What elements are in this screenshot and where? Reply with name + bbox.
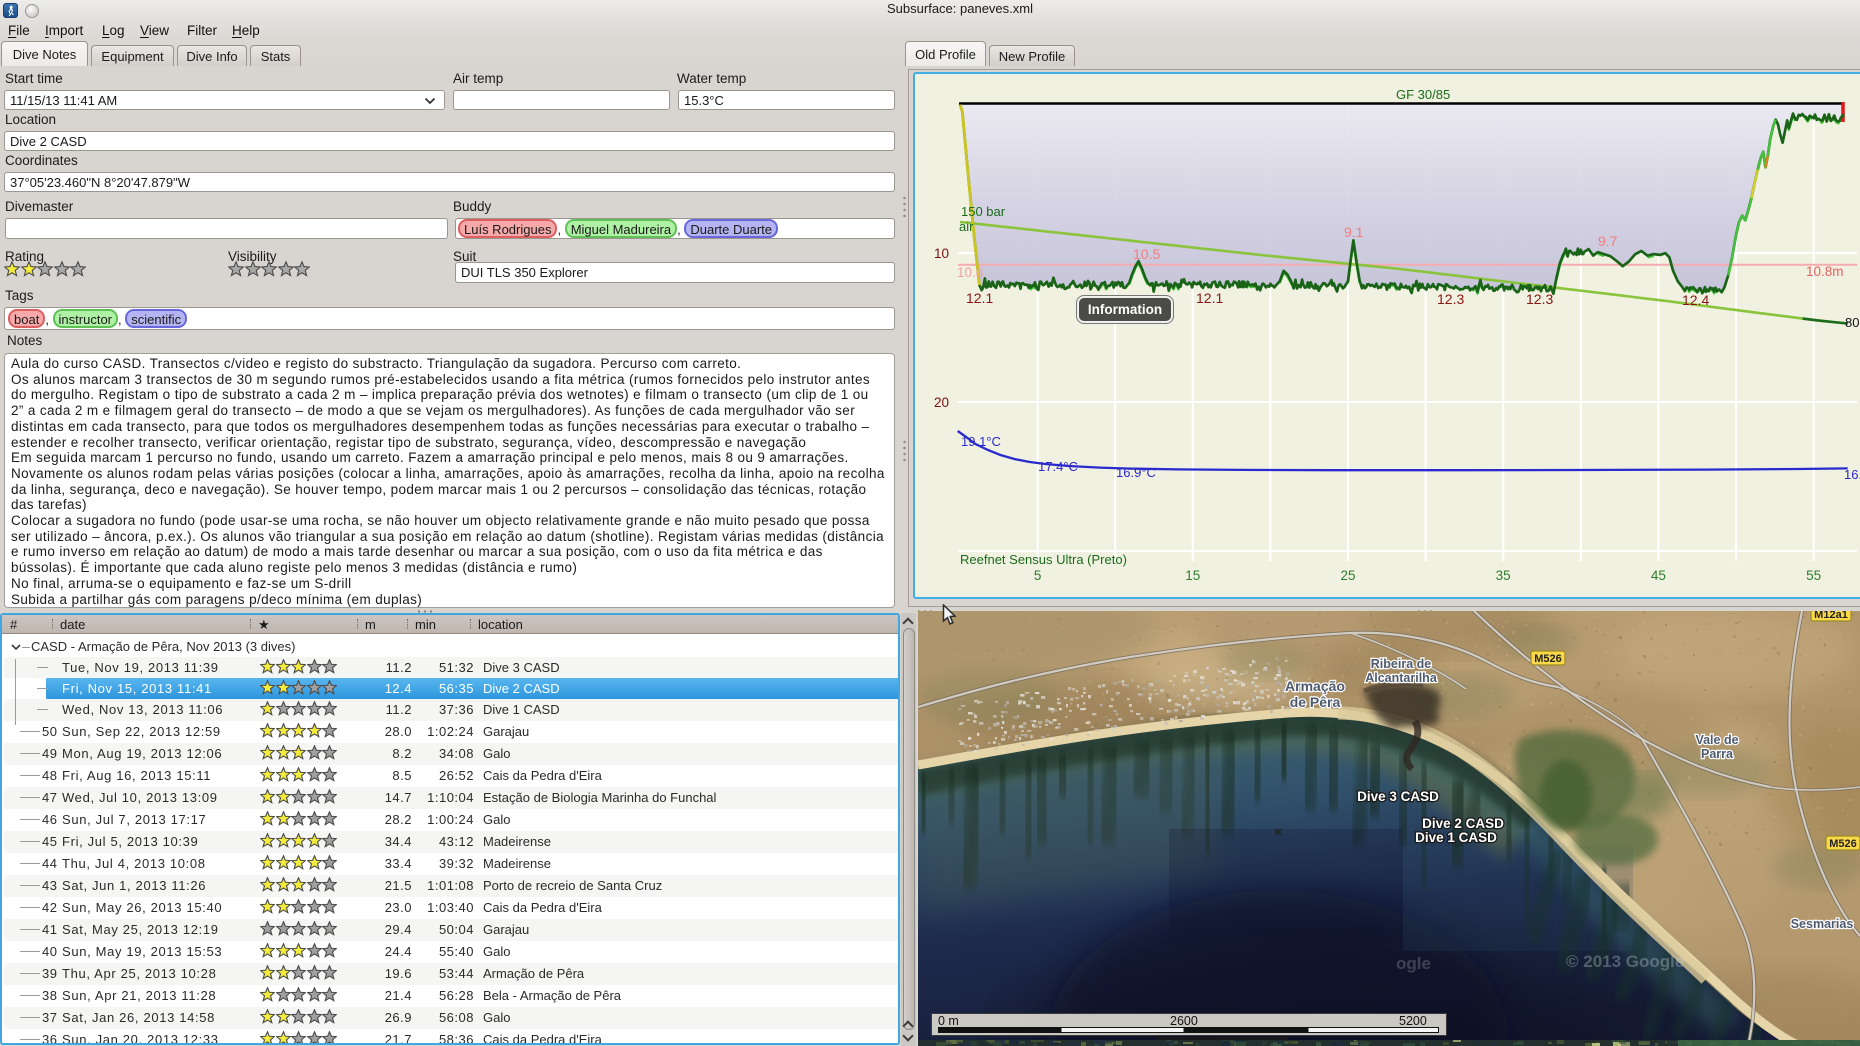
svg-text:12.3: 12.3 (1437, 291, 1464, 307)
svg-text:M526: M526 (1534, 653, 1562, 665)
svg-text:Reefnet Sensus Ultra (Preto): Reefnet Sensus Ultra (Preto) (960, 552, 1127, 567)
svg-text:55: 55 (1806, 568, 1821, 583)
svg-text:Dive 2 CASD: Dive 2 CASD (1422, 816, 1504, 831)
svg-text:150 bar: 150 bar (961, 204, 1006, 219)
svg-text:Dive 3 CASD: Dive 3 CASD (1357, 789, 1439, 804)
svg-text:Vale de: Vale de (1695, 733, 1738, 747)
svg-text:Dive 1 CASD: Dive 1 CASD (1415, 830, 1497, 845)
svg-text:12.3: 12.3 (1526, 291, 1553, 307)
svg-text:5: 5 (1034, 568, 1042, 583)
svg-text:15: 15 (1185, 568, 1200, 583)
svg-text:9.1: 9.1 (1344, 224, 1364, 240)
svg-text:25: 25 (1340, 568, 1355, 583)
svg-text:10.5: 10.5 (1133, 246, 1160, 262)
svg-text:M12a1: M12a1 (1814, 611, 1848, 621)
svg-text:10: 10 (934, 246, 949, 261)
svg-text:GF 30/85: GF 30/85 (1396, 87, 1450, 102)
svg-text:10.8: 10.8 (957, 265, 983, 280)
svg-text:10.8m: 10.8m (1806, 264, 1844, 279)
svg-text:19.1°C: 19.1°C (961, 434, 1001, 449)
svg-text:12.4: 12.4 (1682, 292, 1709, 308)
svg-text:16.5°C: 16.5°C (1844, 467, 1860, 482)
svg-text:16.9°C: 16.9°C (1116, 465, 1156, 480)
svg-text:12.1: 12.1 (966, 290, 993, 306)
svg-text:de Pêra: de Pêra (1290, 694, 1341, 710)
svg-text:17.4°C: 17.4°C (1038, 459, 1078, 474)
svg-text:80: 80 (1845, 315, 1859, 330)
svg-text:45: 45 (1651, 568, 1666, 583)
svg-text:35: 35 (1496, 568, 1511, 583)
svg-text:Armação: Armação (1285, 678, 1345, 694)
svg-text:air: air (959, 219, 974, 234)
svg-text:M526: M526 (1829, 838, 1857, 850)
svg-text:Alcantarilha: Alcantarilha (1365, 671, 1438, 685)
svg-text:Sesmarias: Sesmarias (1791, 917, 1854, 931)
svg-text:12.1: 12.1 (1196, 290, 1223, 306)
svg-text:ogle: ogle (1396, 954, 1431, 973)
svg-text:© 2013 Google: © 2013 Google (1566, 952, 1684, 971)
svg-text:9.7: 9.7 (1598, 233, 1618, 249)
svg-text:20: 20 (934, 395, 949, 410)
svg-text:Ribeira de: Ribeira de (1371, 657, 1431, 671)
svg-text:Parra: Parra (1701, 747, 1734, 761)
